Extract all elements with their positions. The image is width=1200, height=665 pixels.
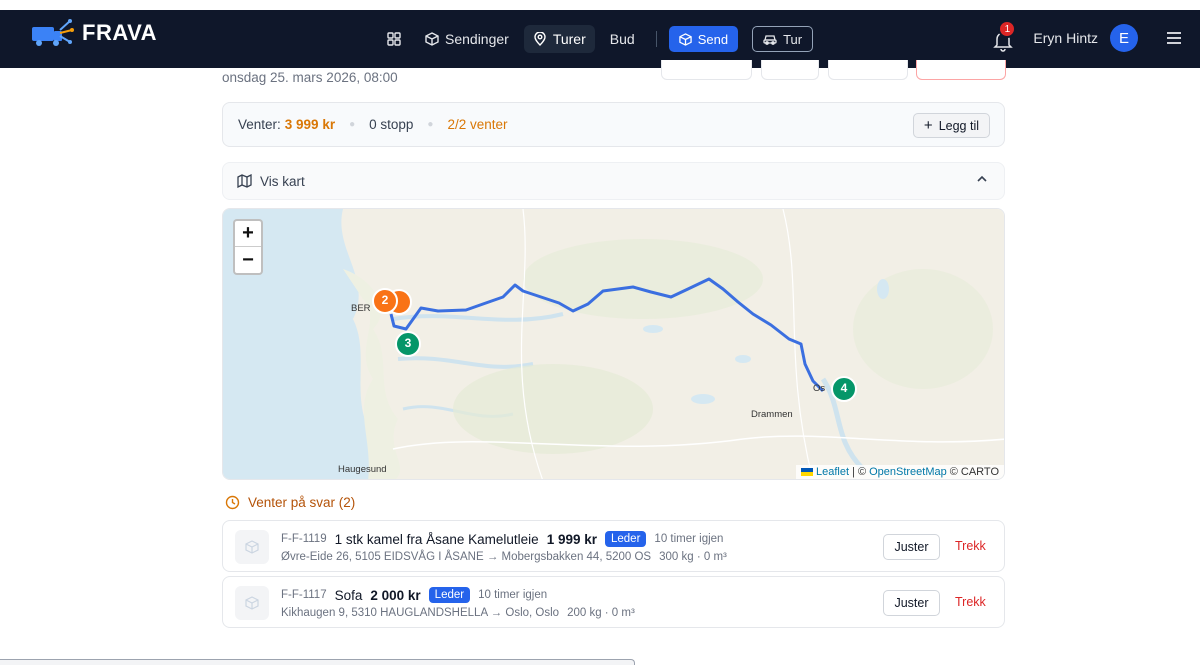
route-map[interactable]: 2 3 4 BER Os Drammen Haugesund + − Leafl… bbox=[222, 208, 1005, 480]
zoom-out-button[interactable]: − bbox=[235, 247, 261, 273]
pending-count: 2/2 venter bbox=[447, 117, 508, 132]
box-icon bbox=[425, 32, 439, 46]
map-label-bergen: BER bbox=[351, 303, 371, 314]
truck-logo-icon bbox=[32, 19, 74, 46]
bid-header: F-F-1117 Sofa 2 000 kr Leder 10 timer ig… bbox=[281, 587, 547, 603]
nav-turer-label: Turer bbox=[552, 31, 586, 47]
package-thumbnail bbox=[235, 586, 269, 620]
adjust-bid-button[interactable]: Juster bbox=[883, 534, 940, 560]
zoom-in-button[interactable]: + bbox=[235, 221, 261, 247]
bid-details: Kikhaugen 9, 5310 HAUGLANDSHELLA → Oslo,… bbox=[281, 607, 635, 619]
zoom-control: + − bbox=[233, 219, 263, 275]
shipment-title[interactable]: Sofa bbox=[335, 588, 363, 603]
nav-bud-label: Bud bbox=[609, 31, 635, 47]
bid-row[interactable]: F-F-1117 Sofa 2 000 kr Leder 10 timer ig… bbox=[222, 576, 1005, 628]
nav-turer[interactable]: Turer bbox=[523, 25, 595, 53]
map-marker-2[interactable]: 2 bbox=[379, 293, 391, 307]
stops-count: 0 stopp bbox=[369, 117, 414, 132]
notification-count-badge: 1 bbox=[998, 20, 1017, 38]
send-button-label: Send bbox=[697, 31, 729, 47]
attribution-separator: | © bbox=[852, 466, 867, 478]
bid-details: Øvre-Eide 26, 5105 EIDSVÅG I ÅSANE → Mob… bbox=[281, 551, 727, 563]
clock-icon bbox=[225, 495, 240, 510]
grid-icon bbox=[387, 32, 401, 46]
separator-dot: ● bbox=[349, 119, 356, 130]
shipment-specs: 200 kg · 0 m³ bbox=[567, 607, 635, 619]
osm-link[interactable]: OpenStreetMap bbox=[869, 466, 947, 478]
waiting-section-heading: Venter på svar (2) bbox=[225, 495, 355, 510]
leader-badge: Leder bbox=[605, 531, 647, 547]
waiting-heading-text: Venter på svar (2) bbox=[248, 495, 356, 510]
car-icon bbox=[763, 35, 777, 45]
top-navbar: FRAVA Sendinger Turer Bud Send Tur 1 Ery… bbox=[0, 10, 1200, 68]
map-marker-4[interactable]: 4 bbox=[838, 381, 850, 395]
map-toggle[interactable]: Vis kart bbox=[222, 162, 1005, 200]
add-stop-label: Legg til bbox=[938, 118, 979, 133]
nav-sendinger-label: Sendinger bbox=[445, 31, 509, 47]
ukraine-flag-icon bbox=[801, 468, 814, 476]
top-gap bbox=[0, 0, 1200, 10]
nav-sendinger[interactable]: Sendinger bbox=[416, 25, 518, 53]
nav-divider bbox=[655, 31, 657, 47]
send-button[interactable]: Send bbox=[668, 26, 739, 52]
trip-datetime: onsdag 25. mars 2026, 08:00 bbox=[222, 70, 398, 85]
leader-badge: Leder bbox=[428, 587, 471, 603]
shipment-route: Kikhaugen 9, 5310 HAUGLANDSHELLA → Oslo,… bbox=[281, 607, 560, 619]
map-label-haugesund: Haugesund bbox=[338, 464, 387, 475]
bid-row[interactable]: F-F-1119 1 stk kamel fra Åsane Kamelutle… bbox=[222, 520, 1005, 572]
time-left: 10 timer igjen bbox=[654, 533, 724, 545]
map-pin-icon bbox=[534, 32, 546, 46]
brand-logo[interactable]: FRAVA bbox=[30, 18, 157, 48]
waiting-label: Venter: bbox=[238, 117, 281, 132]
map-marker-3[interactable]: 3 bbox=[402, 336, 414, 350]
chevron-up-icon bbox=[977, 175, 987, 182]
user-area: 1 Eryn Hintz E bbox=[991, 20, 1182, 52]
new-trip-button-label: Tur bbox=[783, 31, 803, 47]
withdraw-bid-button[interactable]: Trekk bbox=[955, 539, 986, 553]
user-name[interactable]: Eryn Hintz bbox=[1033, 30, 1098, 46]
box-icon bbox=[245, 540, 259, 554]
nav-dashboard[interactable] bbox=[378, 25, 410, 53]
shipment-specs: 300 kg · 0 m³ bbox=[659, 551, 727, 563]
map-label-oslo: Os bbox=[813, 383, 826, 394]
nav-bud[interactable]: Bud bbox=[601, 25, 644, 53]
bottom-panel-edge bbox=[0, 659, 635, 665]
map-label-drammen: Drammen bbox=[751, 409, 793, 420]
toolbar-button-partial[interactable] bbox=[828, 60, 908, 80]
box-icon bbox=[678, 32, 692, 46]
box-icon bbox=[245, 596, 259, 610]
separator-dot: ● bbox=[427, 119, 434, 130]
map-toggle-label: Vis kart bbox=[260, 173, 305, 189]
main-nav: Sendinger Turer Bud Send Tur bbox=[378, 25, 814, 53]
shipment-title[interactable]: 1 stk kamel fra Åsane Kamelutleie bbox=[335, 532, 539, 547]
withdraw-bid-button[interactable]: Trekk bbox=[955, 595, 986, 609]
shipment-id[interactable]: F-F-1119 bbox=[281, 533, 327, 545]
add-stop-button[interactable]: + Legg til bbox=[912, 113, 990, 138]
waiting-amount: 3 999 kr bbox=[284, 117, 336, 132]
toolbar-button-partial[interactable] bbox=[761, 60, 819, 80]
brand-name: FRAVA bbox=[82, 20, 158, 45]
carto-credit: © CARTO bbox=[949, 466, 999, 478]
time-left: 10 timer igjen bbox=[478, 589, 548, 601]
adjust-bid-button[interactable]: Juster bbox=[883, 590, 940, 616]
shipment-route: Øvre-Eide 26, 5105 EIDSVÅG I ÅSANE → Mob… bbox=[281, 551, 652, 563]
map-attribution: Leaflet | © OpenStreetMap © CARTO bbox=[796, 465, 1004, 479]
plus-icon: + bbox=[923, 117, 933, 134]
shipment-id[interactable]: F-F-1117 bbox=[281, 589, 327, 601]
package-thumbnail bbox=[235, 530, 269, 564]
bid-header: F-F-1119 1 stk kamel fra Åsane Kamelutle… bbox=[281, 531, 723, 547]
trip-summary: Venter: 3 999 kr ● 0 stopp ● 2/2 venter … bbox=[222, 102, 1005, 147]
notifications-button[interactable]: 1 bbox=[991, 20, 1017, 52]
new-trip-button[interactable]: Tur bbox=[752, 26, 814, 52]
map-icon bbox=[237, 174, 252, 188]
menu-icon[interactable] bbox=[1166, 31, 1182, 45]
toolbar-button-partial[interactable] bbox=[916, 60, 1006, 80]
bid-price: 1 999 kr bbox=[546, 531, 597, 547]
avatar[interactable]: E bbox=[1110, 24, 1138, 52]
leaflet-link[interactable]: Leaflet bbox=[816, 466, 849, 478]
toolbar-button-partial[interactable] bbox=[661, 60, 752, 80]
map-tiles[interactable] bbox=[223, 209, 1005, 480]
bid-price: 2 000 kr bbox=[370, 587, 421, 603]
